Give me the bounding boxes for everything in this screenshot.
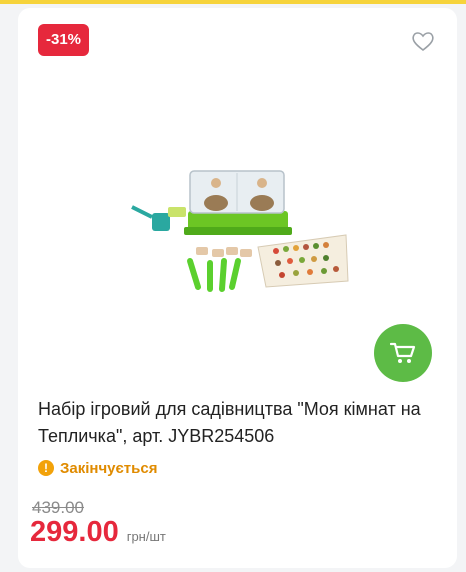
price-row: 299.00 грн/шт — [30, 516, 166, 549]
exclamation-icon: ! — [38, 460, 54, 476]
product-image[interactable] — [118, 163, 358, 303]
product-card[interactable]: -31% Набір ігровий для садівництва "Моя … — [18, 8, 457, 568]
top-accent-strip — [0, 0, 466, 4]
stock-status: ! Закінчується — [38, 458, 157, 478]
add-to-cart-button[interactable] — [374, 324, 432, 382]
heart-outline-icon — [412, 32, 434, 52]
current-price: 299.00 — [30, 516, 119, 548]
stock-status-text: Закінчується — [60, 459, 158, 477]
price-unit: грн/шт — [126, 529, 166, 544]
discount-badge: -31% — [38, 24, 90, 56]
product-title[interactable]: Набір ігровий для садівництва "Моя кімна… — [38, 396, 438, 450]
shopping-cart-icon — [390, 342, 416, 363]
favorite-button[interactable] — [411, 30, 435, 52]
old-price: 439.00 — [32, 498, 84, 517]
